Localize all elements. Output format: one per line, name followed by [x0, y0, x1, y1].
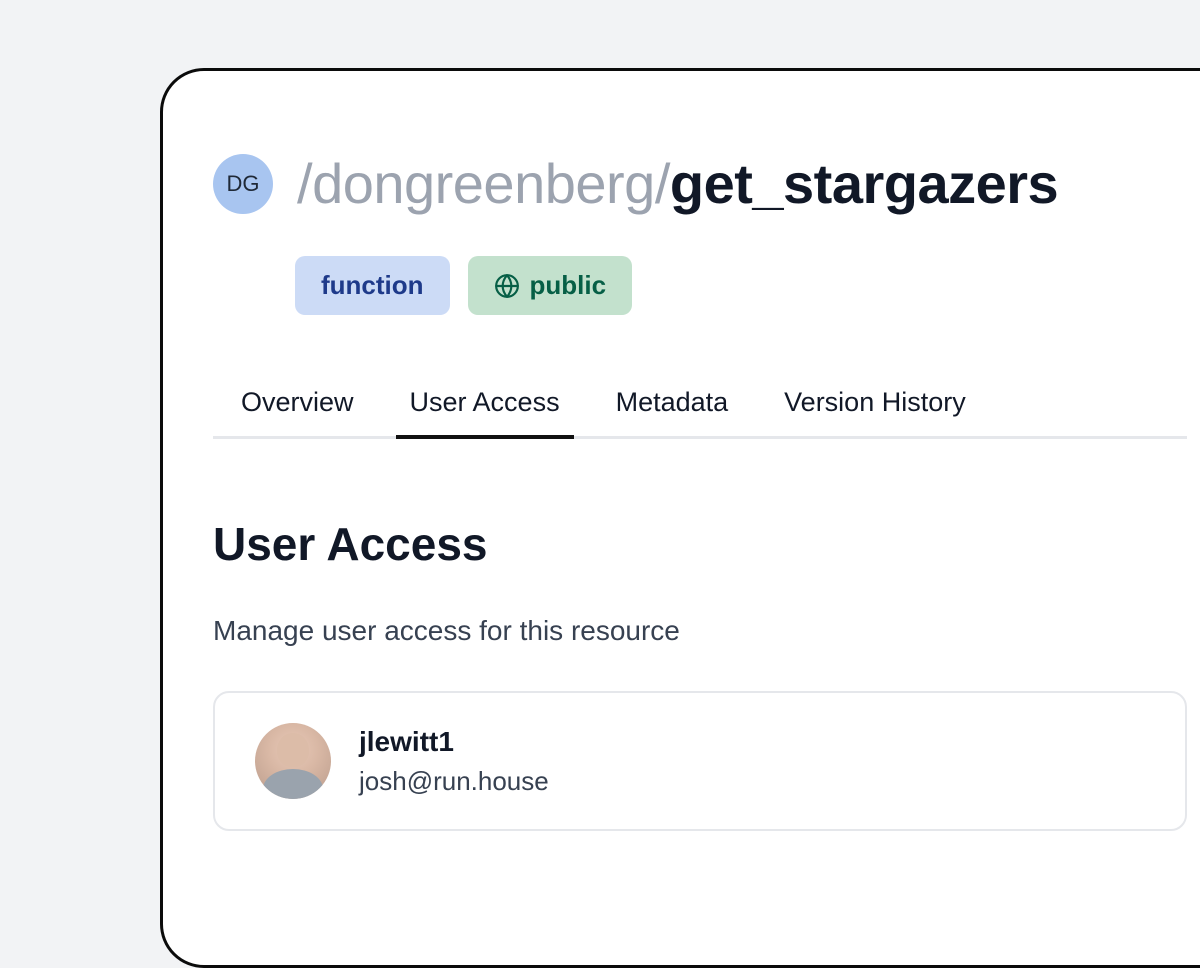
- tab-overview[interactable]: Overview: [241, 387, 354, 436]
- user-email: josh@run.house: [359, 766, 549, 797]
- tab-version-history[interactable]: Version History: [784, 387, 966, 436]
- path-owner[interactable]: dongreenberg: [312, 152, 655, 215]
- path-slash-1: /: [297, 152, 312, 215]
- user-access-row[interactable]: jlewitt1 josh@run.house: [213, 691, 1187, 831]
- owner-initials: DG: [227, 171, 260, 197]
- user-username: jlewitt1: [359, 726, 549, 758]
- user-info: jlewitt1 josh@run.house: [359, 726, 549, 797]
- visibility-badge: public: [468, 256, 633, 315]
- section-title: User Access: [213, 517, 1187, 571]
- tab-bar: Overview User Access Metadata Version Hi…: [213, 387, 1187, 439]
- badge-row: function public: [295, 256, 1187, 315]
- visibility-badge-label: public: [530, 270, 607, 301]
- globe-icon: [494, 273, 520, 299]
- resource-path: /dongreenberg/get_stargazers: [297, 151, 1058, 216]
- path-resource[interactable]: get_stargazers: [670, 152, 1058, 215]
- tab-user-access[interactable]: User Access: [410, 387, 560, 436]
- user-avatar: [255, 723, 331, 799]
- resource-card: DG /dongreenberg/get_stargazers function…: [160, 68, 1200, 968]
- section-description: Manage user access for this resource: [213, 615, 1187, 647]
- tab-metadata[interactable]: Metadata: [616, 387, 729, 436]
- type-badge: function: [295, 256, 450, 315]
- path-slash-2: /: [655, 152, 670, 215]
- header-row: DG /dongreenberg/get_stargazers: [213, 151, 1187, 216]
- owner-avatar[interactable]: DG: [213, 154, 273, 214]
- type-badge-label: function: [321, 270, 424, 301]
